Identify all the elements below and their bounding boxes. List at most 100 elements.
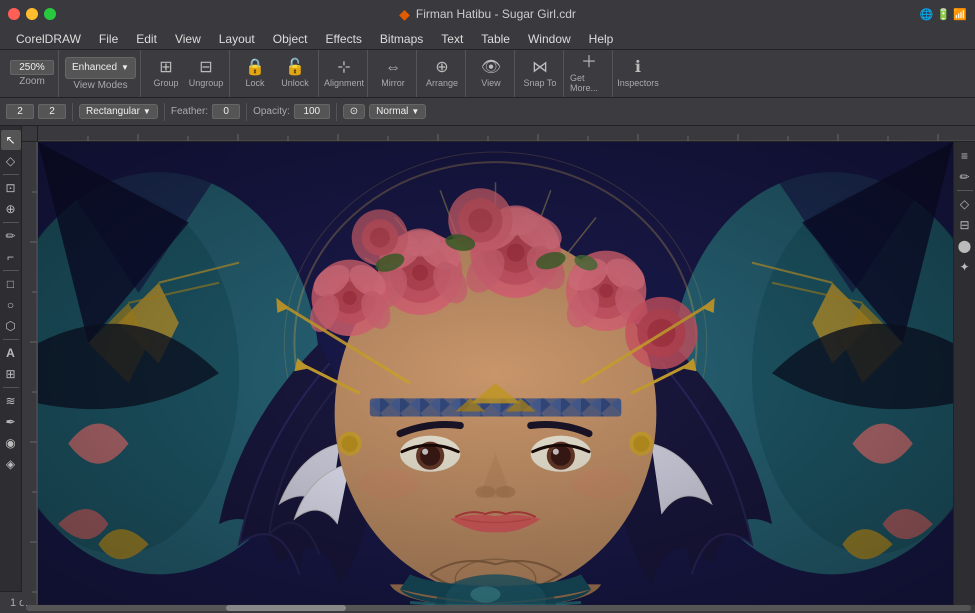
scrollbar-thumb[interactable] bbox=[226, 605, 346, 611]
alignment-button[interactable]: ⊹ Alignment bbox=[325, 54, 363, 94]
traffic-lights bbox=[8, 8, 56, 20]
tool-separator-5 bbox=[3, 387, 19, 388]
chevron-down-icon-3: ▼ bbox=[411, 107, 419, 116]
fill-tool[interactable]: ◉ bbox=[1, 433, 21, 453]
view-modes-label: View Modes bbox=[73, 80, 127, 91]
titlebar-title: ◆ Firman Hatibu - Sugar Girl.cdr bbox=[399, 6, 576, 23]
table-tool[interactable]: ⊞ bbox=[1, 364, 21, 384]
ungroup-button[interactable]: ⊟ Ungroup bbox=[187, 54, 225, 94]
minimize-button[interactable] bbox=[26, 8, 38, 20]
menu-window[interactable]: Window bbox=[520, 30, 579, 48]
group-button[interactable]: ⊞ Group bbox=[147, 54, 185, 94]
ruler-h-svg bbox=[38, 126, 975, 142]
ruler-corner bbox=[22, 126, 38, 142]
mirror-button[interactable]: ⇔ Mirror bbox=[374, 54, 412, 94]
unlock-label: Unlock bbox=[281, 78, 309, 88]
snap-to-icon: ⋈ bbox=[532, 60, 548, 76]
eyedropper-tool[interactable]: ✒ bbox=[1, 412, 21, 432]
panel-symbols-button[interactable]: ✦ bbox=[955, 257, 975, 277]
scrollbar-track[interactable] bbox=[26, 605, 971, 611]
interactive-tool[interactable]: ◈ bbox=[1, 454, 21, 474]
tool-separator-2 bbox=[3, 222, 19, 223]
panel-pen-button[interactable]: ✏ bbox=[955, 167, 975, 187]
get-more-group: ＋ Get More... bbox=[566, 50, 613, 97]
document-title: Firman Hatibu - Sugar Girl.cdr bbox=[416, 7, 576, 21]
snap-to-button[interactable]: ⋈ Snap To bbox=[521, 54, 559, 94]
canvas-area[interactable] bbox=[38, 142, 953, 605]
anti-alias-icon: ⊙ bbox=[350, 106, 358, 117]
ungroup-label: Ungroup bbox=[189, 78, 224, 88]
horizontal-scrollbar[interactable] bbox=[22, 605, 975, 611]
lock-label: Lock bbox=[245, 78, 264, 88]
normal-mode-dropdown[interactable]: Normal ▼ bbox=[369, 104, 426, 119]
panel-shapes-button[interactable]: ◇ bbox=[955, 194, 975, 214]
zoom-label: Zoom bbox=[19, 76, 45, 87]
rectangle-tool[interactable]: □ bbox=[1, 274, 21, 294]
view-label: View bbox=[481, 78, 500, 88]
view-button[interactable]: 👁 View bbox=[472, 54, 510, 94]
close-button[interactable] bbox=[8, 8, 20, 20]
menu-table[interactable]: Table bbox=[473, 30, 518, 48]
zoom-tool[interactable]: ⊕ bbox=[1, 199, 21, 219]
menu-effects[interactable]: Effects bbox=[317, 30, 369, 48]
mirror-group: ⇔ Mirror bbox=[370, 50, 417, 97]
toolbar2-separator-2 bbox=[164, 103, 165, 121]
mirror-icon: ⇔ bbox=[385, 60, 401, 76]
maximize-button[interactable] bbox=[44, 8, 56, 20]
lock-icon: 🔒 bbox=[245, 60, 265, 76]
secondary-toolbar: Rectangular ▼ Feather: Opacity: ⊙ Normal… bbox=[0, 98, 975, 126]
anti-alias-button[interactable]: ⊙ bbox=[343, 104, 365, 119]
menu-object[interactable]: Object bbox=[265, 30, 316, 48]
zoom-input[interactable] bbox=[10, 60, 54, 75]
ruler-vertical bbox=[22, 142, 38, 605]
ruler-v-svg bbox=[22, 142, 38, 605]
arrange-button[interactable]: ⊕ Arrange bbox=[423, 54, 461, 94]
alignment-icon: ⊹ bbox=[337, 60, 350, 76]
view-icon: 👁 bbox=[481, 60, 501, 76]
blend-tool[interactable]: ≋ bbox=[1, 391, 21, 411]
panel-layers-button[interactable]: ⊟ bbox=[955, 215, 975, 235]
menu-help[interactable]: Help bbox=[581, 30, 622, 48]
inspectors-icon: ℹ bbox=[635, 60, 641, 76]
opacity-input[interactable] bbox=[294, 104, 330, 119]
polygon-tool[interactable]: ⬡ bbox=[1, 316, 21, 336]
menu-text[interactable]: Text bbox=[433, 30, 471, 48]
get-more-label: Get More... bbox=[570, 73, 608, 93]
feather-input[interactable] bbox=[212, 104, 240, 119]
node-edit-tool[interactable]: ◇ bbox=[1, 151, 21, 171]
freehand-tool[interactable]: ✏ bbox=[1, 226, 21, 246]
tool-separator-1 bbox=[3, 174, 19, 175]
app-icon: ◆ bbox=[399, 6, 410, 23]
menu-edit[interactable]: Edit bbox=[128, 30, 165, 48]
panel-properties-button[interactable]: ≡ bbox=[955, 146, 975, 166]
lock-button[interactable]: 🔒 Lock bbox=[236, 54, 274, 94]
toolbox-left: ↖ ◇ ⊡ ⊕ ✏ ⌐ □ ○ ⬡ A ⊞ ≋ ✒ ◉ ◈ bbox=[0, 126, 22, 591]
unlock-button[interactable]: 🔓 Unlock bbox=[276, 54, 314, 94]
menu-bitmaps[interactable]: Bitmaps bbox=[372, 30, 431, 48]
chevron-down-icon: ▼ bbox=[121, 63, 129, 72]
tool-separator-4 bbox=[3, 339, 19, 340]
chevron-down-icon-2: ▼ bbox=[143, 107, 151, 116]
selection-type-dropdown[interactable]: Rectangular ▼ bbox=[79, 104, 158, 119]
canvas-with-ruler: ≡ ✏ ◇ ⊟ ⬤ ✦ bbox=[22, 126, 975, 591]
smart-draw-tool[interactable]: ⌐ bbox=[1, 247, 21, 267]
x-position-input[interactable] bbox=[6, 104, 34, 119]
menu-coreldraw[interactable]: CorelDRAW bbox=[8, 30, 89, 48]
crop-tool[interactable]: ⊡ bbox=[1, 178, 21, 198]
select-tool[interactable]: ↖ bbox=[1, 130, 21, 150]
menu-file[interactable]: File bbox=[91, 30, 126, 48]
zoom-group: Zoom bbox=[6, 50, 59, 97]
menu-view[interactable]: View bbox=[167, 30, 209, 48]
inspectors-button[interactable]: ℹ Inspectors bbox=[619, 54, 657, 94]
get-more-icon: ＋ bbox=[581, 55, 597, 71]
menu-layout[interactable]: Layout bbox=[211, 30, 263, 48]
view-mode-dropdown[interactable]: Enhanced ▼ bbox=[65, 57, 136, 79]
ellipse-tool[interactable]: ○ bbox=[1, 295, 21, 315]
opacity-label: Opacity: bbox=[253, 106, 290, 117]
get-more-button[interactable]: ＋ Get More... bbox=[570, 54, 608, 94]
titlebar: ◆ Firman Hatibu - Sugar Girl.cdr 🌐 🔋 📶 bbox=[0, 0, 975, 28]
text-tool[interactable]: A bbox=[1, 343, 21, 363]
y-position-input[interactable] bbox=[38, 104, 66, 119]
snap-to-label: Snap To bbox=[524, 78, 557, 88]
panel-color-button[interactable]: ⬤ bbox=[955, 236, 975, 256]
